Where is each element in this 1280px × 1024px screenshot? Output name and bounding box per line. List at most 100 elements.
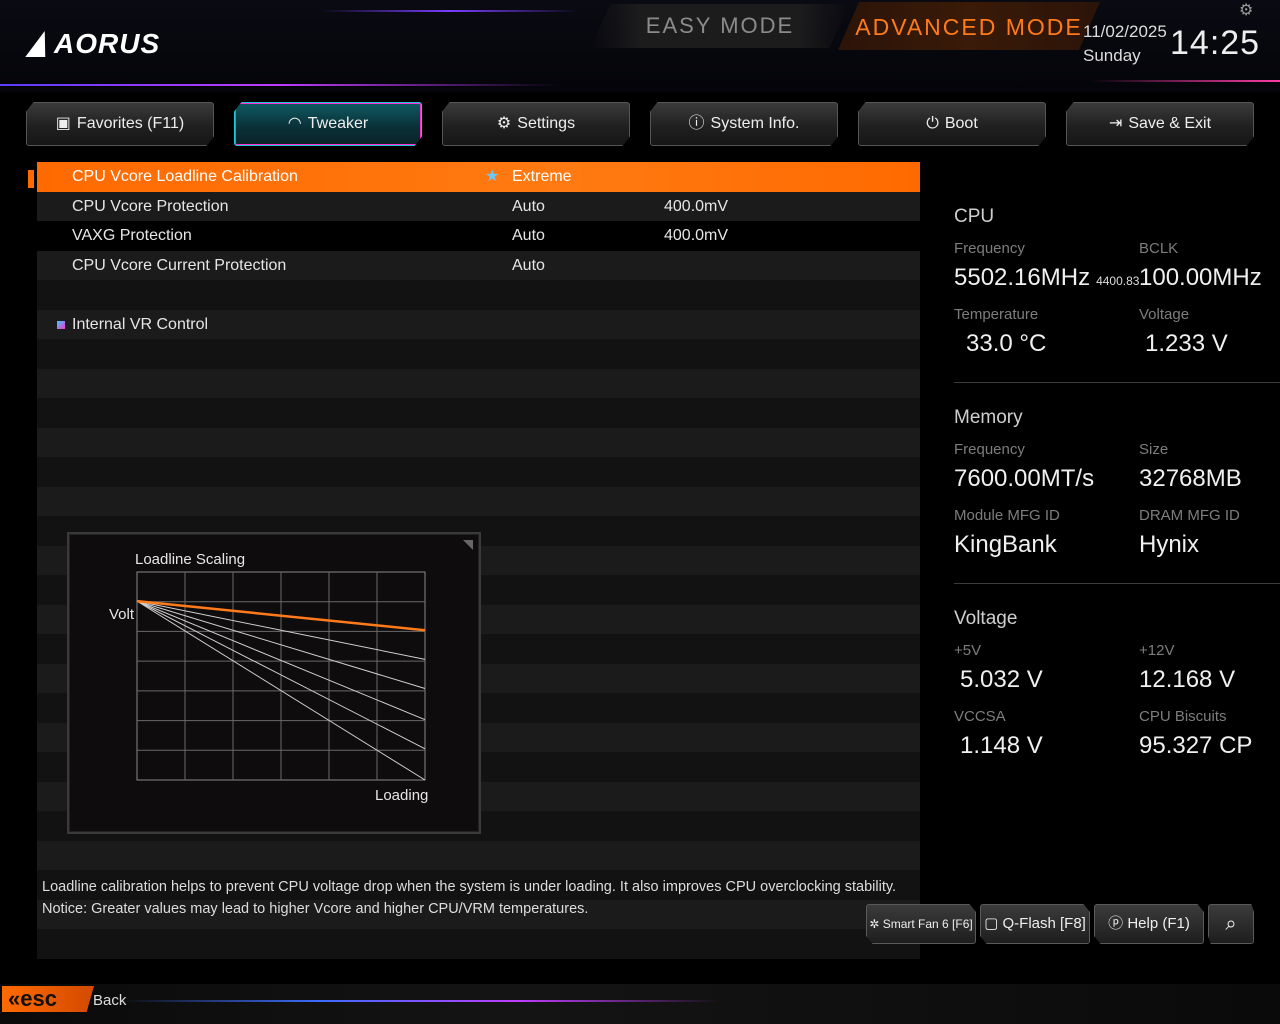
footer-bar — [0, 984, 1280, 1024]
header-streak — [0, 84, 560, 86]
q-flash-button[interactable]: ▢ Q-Flash [F8] — [980, 904, 1090, 944]
search-button[interactable]: ⌕ — [1208, 904, 1254, 944]
setting-row-empty — [37, 398, 920, 428]
date-display: 11/02/2025 Sunday — [1083, 20, 1167, 68]
memory-section-title: Memory — [954, 407, 1023, 428]
setting-row-empty — [37, 457, 920, 487]
header-streak — [1090, 80, 1280, 82]
gear-icon: ⚙ — [496, 115, 512, 132]
tab-label: Tweaker — [307, 115, 369, 132]
search-icon: ⌕ — [1225, 913, 1237, 935]
memory-size-value: 32768MB — [1139, 465, 1242, 492]
weekday-text: Sunday — [1083, 46, 1141, 65]
memory-frequency-label: Frequency — [954, 441, 1025, 458]
favorite-star-icon[interactable]: ★ — [485, 162, 499, 191]
cpu-voltage-value: 1.233 V — [1145, 330, 1228, 357]
help-line-1: Loadline calibration helps to prevent CP… — [42, 879, 897, 895]
cpu-info-panel: CPU Frequency BCLK 5502.16MHz 4400.83 100… — [954, 206, 1280, 376]
dram-mfg-label: DRAM MFG ID — [1139, 507, 1240, 524]
chart-grid — [136, 571, 426, 781]
memory-info-panel: Memory Frequency Size 7600.00MT/s 32768M… — [954, 407, 1280, 577]
tab-tweaker[interactable]: ◠ Tweaker — [234, 102, 422, 146]
submenu-square-icon — [57, 320, 65, 329]
aorus-logo: AORUS — [25, 28, 160, 60]
cpu-frequency-label: Frequency — [954, 240, 1025, 257]
v5-value: 5.032 V — [960, 666, 1043, 693]
loadline-chart-svg: Loadline Scaling Volt Loading — [109, 551, 428, 804]
footer-streak — [120, 1000, 720, 1002]
v5-label: +5V — [954, 642, 982, 659]
module-mfg-label: Module MFG ID — [954, 507, 1060, 524]
smart-fan-button[interactable]: ✲ Smart Fan 6 [F6] — [866, 904, 976, 944]
setting-value[interactable]: Auto — [512, 251, 545, 280]
cpu-section-title: CPU — [954, 206, 995, 227]
tab-label: Boot — [944, 115, 978, 132]
vccsa-value: 1.148 V — [960, 732, 1043, 759]
setting-label: CPU Vcore Current Protection — [72, 256, 287, 274]
panel-divider — [954, 583, 1280, 584]
favorites-icon: ▣ — [55, 115, 71, 132]
tab-label: Settings — [517, 115, 576, 132]
chart-ylabel: Volt — [109, 606, 135, 623]
back-label[interactable]: Back — [93, 992, 126, 1009]
help-button[interactable]: ⓟ Help (F1) — [1094, 904, 1204, 944]
tab-boot[interactable]: ⏻ Boot — [858, 102, 1046, 146]
setting-row-empty — [37, 368, 920, 398]
voltage-section-title: Voltage — [954, 608, 1018, 629]
fan-icon: ✲ — [869, 917, 880, 931]
help-icon: ⓟ — [1108, 915, 1124, 932]
settings-gear-icon[interactable]: ⚙ — [1239, 0, 1253, 20]
setting-value[interactable]: Auto — [512, 221, 545, 250]
tab-label: Save & Exit — [1128, 115, 1212, 132]
header-streak — [320, 10, 580, 12]
setting-row-empty — [37, 840, 920, 870]
cpu-voltage-label: Voltage — [1139, 306, 1190, 323]
advanced-mode-tab[interactable]: ADVANCED MODE — [838, 2, 1100, 50]
cpu-frequency-sub: 4400.83 — [1096, 274, 1140, 288]
chip-icon: ▢ — [984, 915, 999, 932]
setting-row-cpu-vcore-current-protection[interactable]: CPU Vcore Current Protection Auto — [37, 250, 920, 280]
button-label: Help (F1) — [1127, 915, 1190, 932]
temperature-value: 33.0 °C — [966, 330, 1047, 357]
setting-row-empty — [37, 929, 920, 959]
setting-row-empty — [37, 427, 920, 457]
tab-label: System Info. — [710, 115, 800, 132]
tab-save-exit[interactable]: ⇥ Save & Exit — [1066, 102, 1254, 146]
vccsa-label: VCCSA — [954, 708, 1006, 725]
temperature-label: Temperature — [954, 306, 1039, 323]
setting-label: VAXG Protection — [72, 227, 192, 244]
setting-value[interactable]: Auto — [512, 192, 545, 221]
help-line-2: Notice: Greater values may lead to highe… — [42, 901, 589, 917]
exit-icon: ⇥ — [1108, 115, 1123, 132]
easy-mode-tab[interactable]: EASY MODE — [590, 4, 850, 48]
button-label: Q-Flash [F8] — [1002, 915, 1086, 932]
tab-system-info[interactable]: ⓘ System Info. — [650, 102, 838, 146]
setting-row-cpu-vcore-llc[interactable]: CPU Vcore Loadline Calibration ★ Extreme — [37, 162, 920, 192]
bclk-value: 100.00MHz — [1139, 264, 1262, 291]
button-label: Smart Fan 6 [F6] — [882, 917, 973, 931]
setting-row-cpu-vcore-protection[interactable]: CPU Vcore Protection Auto 400.0mV — [37, 191, 920, 221]
voltage-info-panel: Voltage +5V +12V 5.032 V 12.168 V VCCSA … — [954, 608, 1280, 778]
submenu-label: Internal VR Control — [72, 315, 209, 333]
panel-divider — [954, 382, 1280, 383]
cpu-frequency-value: 5502.16MHz 4400.83 — [954, 264, 1139, 292]
setting-label: CPU Vcore Loadline Calibration — [72, 168, 298, 185]
cpu-frequency-text: 5502.16MHz — [954, 264, 1091, 291]
memory-frequency-value: 7600.00MT/s — [954, 465, 1095, 492]
date-text: 11/02/2025 — [1083, 22, 1167, 41]
setting-row-vaxg-protection[interactable]: VAXG Protection Auto 400.0mV — [37, 221, 920, 251]
cpu-biscuits-label: CPU Biscuits — [1139, 708, 1227, 725]
memory-size-label: Size — [1139, 441, 1169, 458]
help-description: Loadline calibration helps to prevent CP… — [42, 876, 896, 920]
tab-label: Favorites (F11) — [76, 115, 185, 132]
esc-key-button[interactable]: «esc — [2, 986, 94, 1012]
setting-label: CPU Vcore Protection — [72, 197, 229, 215]
v12-value: 12.168 V — [1139, 666, 1236, 693]
setting-row-empty — [37, 280, 920, 310]
setting-value[interactable]: Extreme — [512, 162, 572, 191]
v12-label: +12V — [1139, 642, 1175, 659]
speedometer-icon: ◠ — [287, 115, 302, 132]
submenu-internal-vr-control[interactable]: Internal VR Control — [37, 309, 920, 339]
tab-favorites[interactable]: ▣ Favorites (F11) — [26, 102, 214, 146]
tab-settings[interactable]: ⚙ Settings — [442, 102, 630, 146]
